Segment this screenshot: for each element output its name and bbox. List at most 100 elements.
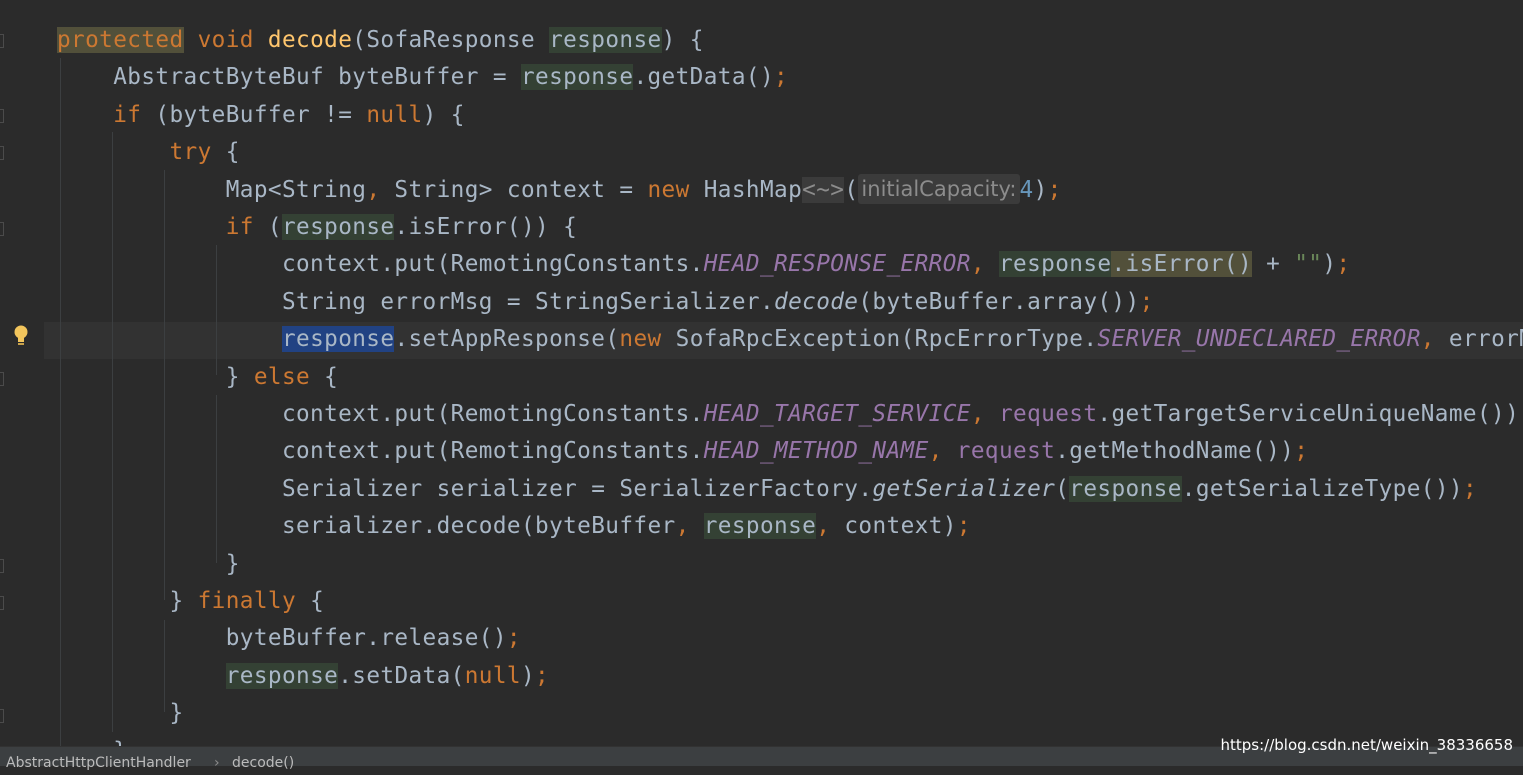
- code-token: }: [57, 588, 198, 614]
- code-line[interactable]: AbstractByteBuf byteBuffer = response.ge…: [57, 59, 788, 96]
- code-token: .getData(): [633, 64, 775, 91]
- code-token: HEAD_RESPONSE_ERROR: [703, 251, 971, 278]
- code-token: ;: [956, 513, 971, 540]
- code-token: errorMsg)): [1448, 326, 1523, 353]
- code-token: }: [57, 363, 254, 390]
- breadcrumb-method[interactable]: decode(): [232, 751, 294, 775]
- fold-marker[interactable]: [0, 146, 4, 160]
- code-token: {: [211, 139, 240, 166]
- code-token: response: [225, 662, 339, 689]
- code-token: .setData(: [338, 662, 465, 689]
- code-token: }: [57, 700, 184, 727]
- code-line[interactable]: Map<String, String> context = new HashMa…: [57, 172, 1062, 209]
- code-line[interactable]: }: [57, 695, 184, 732]
- code-token: context): [830, 513, 957, 540]
- parameter-hint: initialCapacity:: [858, 173, 1020, 204]
- code-token: 4: [1019, 176, 1034, 203]
- code-line[interactable]: response.setAppResponse(new SofaRpcExcep…: [57, 321, 1523, 358]
- code-token: {: [310, 363, 339, 390]
- code-token: ): [1322, 251, 1337, 278]
- fold-marker[interactable]: [0, 372, 4, 386]
- fold-marker[interactable]: [0, 109, 4, 123]
- code-token: String errorMsg = StringSerializer.: [57, 288, 775, 315]
- code-token: String> context =: [380, 176, 648, 203]
- code-token: .setAppResponse(: [394, 326, 620, 353]
- code-line[interactable]: context.put(RemotingConstants.HEAD_METHO…: [57, 433, 1308, 470]
- code-token: HEAD_TARGET_SERVICE: [703, 401, 971, 427]
- code-token: ) {: [422, 101, 465, 128]
- code-line[interactable]: context.put(RemotingConstants.HEAD_RESPO…: [57, 246, 1350, 283]
- code-token: else: [253, 363, 311, 390]
- code-token: context.put(RemotingConstants.: [57, 438, 704, 465]
- code-token: HashMap: [689, 176, 803, 203]
- code-token: +: [1252, 251, 1295, 278]
- gutter[interactable]: [0, 0, 44, 746]
- code-token: (byteBuffer.array()): [858, 288, 1140, 315]
- code-token: response: [1069, 475, 1182, 502]
- code-token: }: [57, 550, 240, 577]
- code-token: response: [549, 27, 662, 53]
- code-line[interactable]: } else {: [57, 359, 338, 396]
- code-token: byteBuffer.release(): [57, 625, 507, 652]
- fold-marker[interactable]: [0, 222, 4, 236]
- code-token: null: [366, 101, 423, 128]
- code-line[interactable]: Serializer serializer = SerializerFactor…: [57, 471, 1477, 508]
- code-token: Serializer serializer = SerializerFactor…: [57, 475, 873, 502]
- code-line[interactable]: protected void decode(SofaResponse respo…: [57, 22, 704, 59]
- code-line[interactable]: serializer.decode(byteBuffer, response, …: [57, 508, 971, 545]
- breadcrumb-separator: ›: [214, 755, 220, 771]
- code-token: ,: [1420, 326, 1435, 353]
- code-token: (SofaResponse: [352, 27, 550, 53]
- fold-marker[interactable]: [0, 596, 4, 610]
- code-token: ,: [970, 251, 985, 278]
- code-token: serializer.decode(byteBuffer: [57, 513, 676, 540]
- code-line[interactable]: } finally {: [57, 583, 324, 620]
- code-token: new: [647, 176, 690, 203]
- lightbulb-icon[interactable]: [13, 324, 29, 348]
- code-line[interactable]: context.put(RemotingConstants.HEAD_TARGE…: [57, 396, 1523, 433]
- code-token: protected: [57, 27, 184, 53]
- code-token: response: [998, 251, 1112, 278]
- code-token: SERVER_UNDECLARED_ERROR: [1097, 326, 1421, 353]
- code-token: }: [57, 738, 127, 746]
- code-line[interactable]: response.setData(null);: [57, 658, 549, 695]
- code-line[interactable]: String errorMsg = StringSerializer.decod…: [57, 284, 1154, 321]
- fold-marker[interactable]: [0, 34, 4, 48]
- code-token: .getMethodName()): [1055, 438, 1295, 465]
- fold-marker[interactable]: [0, 559, 4, 573]
- code-token: .getSerializeType()): [1181, 475, 1463, 502]
- code-line[interactable]: if (response.isError()) {: [57, 209, 577, 246]
- fold-marker[interactable]: [0, 709, 4, 723]
- code-token: if: [225, 214, 254, 240]
- code-token: new: [619, 326, 662, 353]
- code-line[interactable]: try {: [57, 134, 240, 171]
- code-token: SofaRpcException(RpcErrorType.: [661, 326, 1098, 353]
- code-token: ;: [1462, 475, 1478, 502]
- code-token: (: [1055, 475, 1070, 502]
- code-token: AbstractByteBuf byteBuffer =: [57, 64, 521, 91]
- breadcrumb-class[interactable]: AbstractHttpClientHandler: [6, 751, 191, 775]
- code-line[interactable]: }: [57, 733, 127, 746]
- code-token: request: [956, 438, 1056, 465]
- code-line[interactable]: }: [57, 546, 240, 583]
- code-token: ,: [816, 513, 831, 540]
- code-token: (: [844, 176, 859, 203]
- code-token: ,: [928, 438, 943, 465]
- code-line[interactable]: byteBuffer.release();: [57, 620, 521, 657]
- code-token: null: [464, 662, 521, 689]
- code-token: Map<String: [57, 176, 367, 203]
- code-token: <~>: [802, 176, 845, 203]
- code-token: finally: [197, 588, 297, 614]
- code-token: ;: [506, 625, 521, 652]
- code-token: ): [1033, 176, 1048, 203]
- code-token: "": [1294, 251, 1323, 278]
- code-token: ;: [535, 662, 550, 689]
- code-editor[interactable]: protected void decode(SofaResponse respo…: [0, 0, 1523, 746]
- code-line[interactable]: if (byteBuffer != null) {: [57, 97, 465, 134]
